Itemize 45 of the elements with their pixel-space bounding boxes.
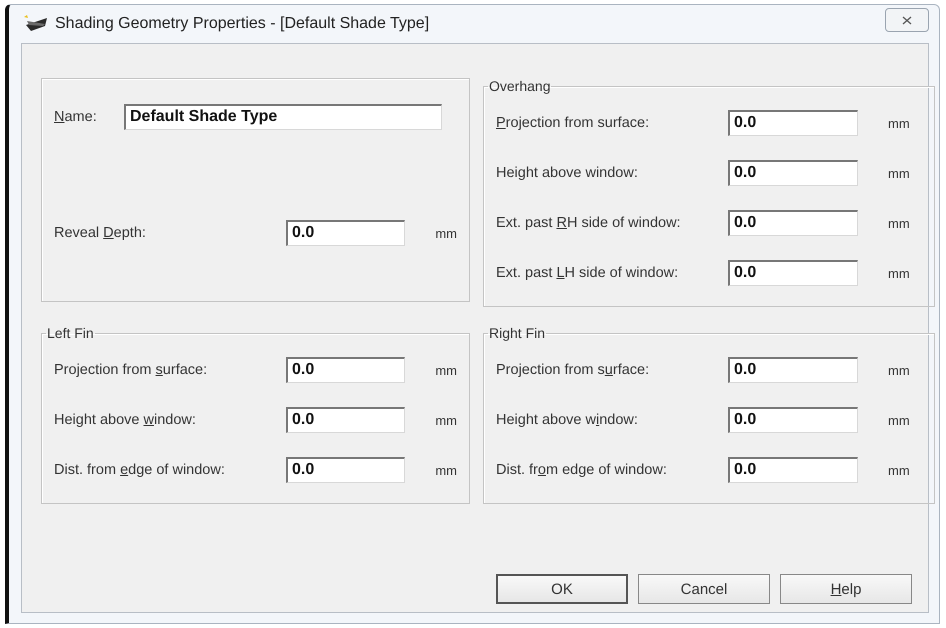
unit-label: mm <box>888 412 910 428</box>
field-label: Dist. from edge of window: <box>496 462 668 478</box>
input-field[interactable]: 0.0 <box>286 407 406 433</box>
field-label: Ext. past LH side of window: <box>496 265 680 281</box>
unit-label: mm <box>888 362 910 378</box>
group-title: Right Fin <box>488 325 546 341</box>
input-field[interactable]: 0.0 <box>728 260 858 286</box>
group-title: Overhang <box>488 78 552 94</box>
field-label: Height above window: <box>496 412 639 428</box>
window-title: Shading Geometry Properties - [Default Shade Type] <box>55 15 430 33</box>
dialog-button[interactable]: OK <box>496 574 628 604</box>
input-field[interactable]: 0.0 <box>728 210 858 236</box>
field-label: Height above window: <box>496 165 639 181</box>
close-button[interactable] <box>885 8 929 32</box>
input-field[interactable]: 0.0 <box>728 110 858 136</box>
input-field[interactable]: 0.0 <box>728 457 858 483</box>
close-icon <box>902 16 912 24</box>
dialog-button[interactable]: Help <box>780 574 912 604</box>
field-label: Name: <box>54 109 98 125</box>
input-field[interactable]: 0.0 <box>728 357 858 383</box>
unit-label: mm <box>435 362 457 378</box>
field-label: Projection from surface: <box>496 115 650 131</box>
dialog-button[interactable]: Cancel <box>638 574 770 604</box>
group-title: Left Fin <box>46 325 95 341</box>
input-field[interactable]: 0.0 <box>286 357 406 383</box>
unit-label: mm <box>888 216 910 230</box>
field-label: Dist. from edge of window: <box>54 462 226 478</box>
input-field[interactable]: 0.0 <box>286 457 406 483</box>
app-icon <box>23 15 49 33</box>
field-label: Ext. past RH side of window: <box>496 215 682 231</box>
input-field[interactable]: 0.0 <box>728 407 858 433</box>
field-label: Reveal Depth: <box>54 225 147 241</box>
unit-label: mm <box>888 116 910 130</box>
input-field[interactable]: 0.0 <box>286 220 406 246</box>
field-label: Height above window: <box>54 412 197 428</box>
unit-label: mm <box>888 166 910 180</box>
unit-label: mm <box>435 462 457 478</box>
input-field[interactable]: 0.0 <box>728 160 858 186</box>
input-field[interactable]: Default Shade Type <box>124 104 442 130</box>
unit-label: mm <box>435 412 457 428</box>
unit-label: mm <box>888 462 910 478</box>
unit-label: mm <box>435 226 457 240</box>
field-label: Projection from surface: <box>496 362 650 378</box>
unit-label: mm <box>888 266 910 280</box>
field-label: Projection from surface: <box>54 362 208 378</box>
